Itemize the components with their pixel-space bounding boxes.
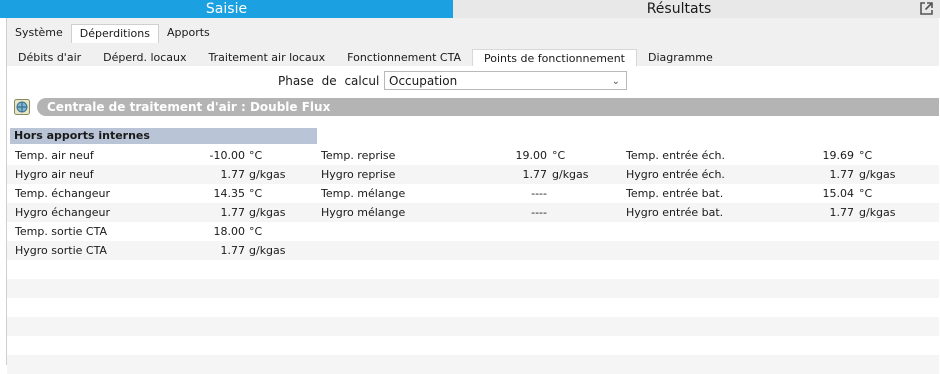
table-row: Hygro échangeur 1.77 g/kgas Hygro mélang… <box>7 203 939 222</box>
table-row <box>7 279 939 298</box>
table-row <box>7 260 939 279</box>
primary-tabs: Système Déperditions Apports <box>7 24 218 43</box>
row-label: Hygro air neuf <box>15 168 94 181</box>
row-label: Hygro mélange <box>321 206 406 219</box>
row-label: Temp. entrée éch. <box>626 149 725 162</box>
chevron-down-icon: ⌄ <box>611 76 620 87</box>
row-unit: g/kgas <box>552 168 589 181</box>
tab-points-fonctionnement[interactable]: Points de fonctionnement <box>472 49 637 67</box>
external-link-icon[interactable] <box>918 0 935 17</box>
mode-bar: Saisie Résultats <box>0 0 940 18</box>
row-unit: °C <box>859 149 873 162</box>
section-title: Hors apports internes <box>10 128 317 144</box>
row-label: Hygro entrée éch. <box>626 168 725 181</box>
row-value: -10.00 <box>209 149 245 162</box>
row-value: 14.35 <box>213 187 246 200</box>
row-label: Temp. mélange <box>321 187 406 200</box>
tab-saisie[interactable]: Saisie <box>0 0 453 18</box>
row-label: Temp. échangeur <box>15 187 111 200</box>
cta-header: Centrale de traitement d'air : Double Fl… <box>37 98 939 116</box>
row-unit: g/kgas <box>249 244 286 257</box>
tab-deperditions[interactable]: Déperditions <box>70 24 159 43</box>
row-value: 15.04 <box>822 187 855 200</box>
tab-resultats[interactable]: Résultats <box>453 0 905 18</box>
row-label: Hygro entrée bat. <box>626 206 724 219</box>
row-value: 19.69 <box>822 149 855 162</box>
table-row: Temp. échangeur 14.35 °C Temp. mélange -… <box>7 184 939 203</box>
row-unit: °C <box>249 149 263 162</box>
main-frame: Système Déperditions Apports Débits d'ai… <box>6 18 939 374</box>
tab-systeme[interactable]: Système <box>7 24 71 42</box>
row-unit: g/kgas <box>859 168 896 181</box>
phase-select[interactable]: Occupation ⌄ <box>384 71 627 90</box>
phase-label: Phase de calcul : <box>278 74 392 88</box>
tab-deperd-locaux[interactable]: Déperd. locaux <box>92 49 197 66</box>
table-row: Temp. air neuf -10.00 °C Temp. reprise 1… <box>7 146 939 165</box>
row-value: 1.77 <box>220 206 246 219</box>
row-value: 1.77 <box>829 206 855 219</box>
phase-select-value: Occupation <box>389 74 458 88</box>
row-unit: °C <box>249 225 263 238</box>
row-unit: °C <box>859 187 873 200</box>
row-value: 1.77 <box>220 168 246 181</box>
tab-fonctionnement-cta[interactable]: Fonctionnement CTA <box>336 49 472 66</box>
table-row <box>7 336 939 355</box>
row-unit: °C <box>552 149 566 162</box>
row-unit: g/kgas <box>249 206 286 219</box>
table-row: Hygro air neuf 1.77 g/kgas Hygro reprise… <box>7 165 939 184</box>
row-unit: °C <box>249 187 263 200</box>
secondary-tabs: Débits d'air Déperd. locaux Traitement a… <box>7 49 724 67</box>
row-label: Hygro reprise <box>321 168 396 181</box>
row-label: Temp. entrée bat. <box>626 187 724 200</box>
row-label: Temp. sortie CTA <box>15 225 107 238</box>
tab-traitement-air-locaux[interactable]: Traitement air locaux <box>198 49 337 66</box>
table-row: Hygro sortie CTA 1.77 g/kgas <box>7 241 939 260</box>
content-panel: Phase de calcul : Occupation ⌄ Centrale … <box>7 66 939 374</box>
row-value: ---- <box>531 206 547 219</box>
tab-apports[interactable]: Apports <box>159 24 218 42</box>
row-value: 1.77 <box>522 168 548 181</box>
phase-row: Phase de calcul : Occupation ⌄ <box>7 71 939 91</box>
table-row <box>7 317 939 336</box>
table-row <box>7 298 939 317</box>
row-label: Hygro sortie CTA <box>15 244 107 257</box>
row-value: 19.00 <box>515 149 548 162</box>
mode-bar-spacer <box>905 0 940 18</box>
row-value: 1.77 <box>220 244 246 257</box>
table-row: Temp. sortie CTA 18.00 °C <box>7 222 939 241</box>
row-value: 1.77 <box>829 168 855 181</box>
row-unit: g/kgas <box>249 168 286 181</box>
row-label: Temp. reprise <box>321 149 396 162</box>
cta-icon <box>14 99 30 115</box>
row-label: Hygro échangeur <box>15 206 111 219</box>
row-value: ---- <box>531 187 547 200</box>
results-table: Temp. air neuf -10.00 °C Temp. reprise 1… <box>7 146 939 374</box>
row-value: 18.00 <box>213 225 246 238</box>
tab-debits-air[interactable]: Débits d'air <box>7 49 92 66</box>
tab-diagramme[interactable]: Diagramme <box>637 49 724 66</box>
row-unit: g/kgas <box>859 206 896 219</box>
row-label: Temp. air neuf <box>15 149 94 162</box>
